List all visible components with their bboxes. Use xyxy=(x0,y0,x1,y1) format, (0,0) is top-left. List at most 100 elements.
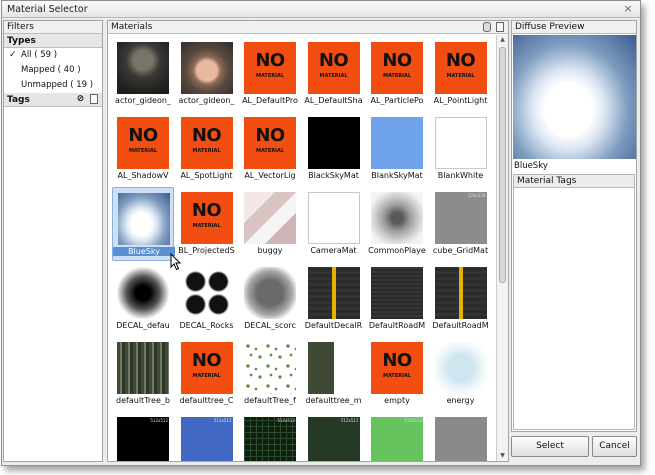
material-tile[interactable]: DefaultDecalR xyxy=(303,262,365,336)
material-thumbnail xyxy=(180,42,233,94)
material-tile[interactable]: 512x512 xyxy=(112,412,174,461)
material-name: DECAL_defau xyxy=(116,321,170,330)
no-material-text: NO xyxy=(255,50,285,71)
new-tag-icon[interactable] xyxy=(90,94,98,104)
material-tile[interactable]: defaultTree_b xyxy=(112,337,174,411)
type-filter-item[interactable]: Unmapped ( 19 ) xyxy=(4,78,102,93)
material-thumbnail: 512x512 xyxy=(371,417,423,461)
material-tile[interactable]: DECAL_Rocks xyxy=(176,262,238,336)
material-name: DECAL_Rocks xyxy=(179,321,234,330)
material-tile[interactable]: defaulttree_m xyxy=(303,337,365,411)
material-name: DefaultRoadM xyxy=(432,321,489,330)
material-tags-header: Material Tags xyxy=(514,175,634,188)
material-tags-box: Material Tags xyxy=(513,174,635,430)
material-tile[interactable]: 512x512 xyxy=(303,412,365,461)
texture-size-badge: 512x512 xyxy=(277,418,295,423)
material-tile[interactable]: 512x512 xyxy=(239,412,301,461)
no-material-text: NO xyxy=(191,350,222,371)
material-thumbnail xyxy=(117,267,169,319)
material-name: CommonPlaye xyxy=(368,246,426,255)
material-tile[interactable]: defaultTree_f xyxy=(239,337,301,411)
database-icon[interactable] xyxy=(483,22,492,32)
material-name: AL_DefaultPro xyxy=(242,96,298,105)
material-tile[interactable]: BlankSkyMat xyxy=(366,112,428,186)
no-material-text: NO xyxy=(255,125,285,146)
no-material-thumbnail: NO MATERIAL xyxy=(244,42,296,94)
preview-header: Diffuse Preview xyxy=(512,21,636,34)
material-thumbnail xyxy=(180,267,233,319)
materials-scrollbar[interactable]: ▲ ▼ xyxy=(496,35,508,461)
material-name: AL_ParticlePo xyxy=(370,96,424,105)
material-thumbnail xyxy=(371,117,423,169)
filters-header: Filters xyxy=(4,21,102,34)
materials-grid: actor_gideon_ actor_gideon_ NO MATERIAL AL_D… xyxy=(108,35,496,461)
material-tile[interactable]: NO MATERIAL AL_SpotLight xyxy=(176,112,238,186)
material-tile[interactable]: NO MATERIAL AL_ShadowV xyxy=(112,112,174,186)
material-tile[interactable]: 128x128 cube_GridMat xyxy=(430,187,492,261)
material-name: defaultTree_b xyxy=(116,396,170,405)
material-tile[interactable] xyxy=(430,412,492,461)
material-tile[interactable]: BlankWhite xyxy=(430,112,492,186)
material-name: empty xyxy=(384,396,410,405)
material-tile[interactable]: DefaultRoadM xyxy=(430,262,492,336)
material-tile[interactable]: actor_gideon_ xyxy=(112,37,174,111)
no-material-text: NO xyxy=(382,350,412,371)
material-tile[interactable]: NO MATERIAL AL_DefaultSha xyxy=(303,37,365,111)
no-material-subtext: MATERIAL xyxy=(192,373,221,379)
material-name: DefaultDecalR xyxy=(304,321,363,330)
material-tile[interactable]: NO MATERIAL AL_VectorLig xyxy=(239,112,301,186)
material-name: AL_VectorLig xyxy=(244,171,296,180)
scroll-down-icon[interactable]: ▼ xyxy=(497,451,508,461)
material-thumbnail xyxy=(307,342,360,394)
type-filter-label: Mapped ( 40 ) xyxy=(21,65,81,75)
new-material-icon[interactable] xyxy=(496,22,504,32)
no-material-subtext: MATERIAL xyxy=(255,73,285,79)
material-name: defaultTree_f xyxy=(244,396,296,405)
material-name: AL_PointLight xyxy=(433,96,488,105)
material-tile[interactable]: NO MATERIAL AL_ParticlePo xyxy=(366,37,428,111)
scrollbar-thumb[interactable] xyxy=(499,47,506,283)
clear-tags-icon[interactable]: ⊘ xyxy=(76,94,85,104)
material-tile[interactable]: NO MATERIAL AL_DefaultPro xyxy=(239,37,301,111)
title-bar: Material Selector × xyxy=(2,1,640,18)
material-tile[interactable]: BlackSkyMat xyxy=(303,112,365,186)
type-filter-item[interactable]: ✓ All ( 59 ) xyxy=(4,48,102,63)
filters-panel: Filters Types ✓ All ( 59 ) Mapped ( 40 ) Un… xyxy=(3,20,103,462)
material-tile[interactable]: NO MATERIAL empty xyxy=(366,337,428,411)
material-tile[interactable]: DECAL_scorc xyxy=(239,262,301,336)
no-material-subtext: MATERIAL xyxy=(128,148,158,154)
no-material-thumbnail: NO MATERIAL xyxy=(180,342,233,394)
no-material-text: NO xyxy=(445,50,476,71)
material-thumbnail xyxy=(117,42,169,94)
scroll-up-icon[interactable]: ▲ xyxy=(497,35,508,45)
material-tile[interactable]: CameraMat xyxy=(303,187,365,261)
material-tile[interactable]: BlueSky xyxy=(112,187,175,261)
material-tile[interactable]: DefaultRoadM xyxy=(366,262,428,336)
no-material-thumbnail: NO MATERIAL xyxy=(371,342,423,394)
no-material-thumbnail: NO MATERIAL xyxy=(180,117,233,169)
close-icon[interactable]: × xyxy=(622,2,634,15)
material-name: defaulttree_m xyxy=(305,396,362,405)
material-tile[interactable]: NO MATERIAL AL_PointLight xyxy=(430,37,492,111)
material-tile[interactable]: DECAL_defau xyxy=(112,262,174,336)
material-tile[interactable]: 512x512 xyxy=(176,412,238,461)
type-filter-item[interactable]: Mapped ( 40 ) xyxy=(4,63,102,78)
material-name: BlueSky xyxy=(113,247,175,256)
material-tile[interactable]: actor_gideon_ xyxy=(176,37,238,111)
material-thumbnail xyxy=(434,342,487,394)
material-thumbnail xyxy=(307,117,360,169)
material-tile[interactable]: NO MATERIAL defaulttree_C xyxy=(176,337,238,411)
material-name: buggy xyxy=(257,246,283,255)
material-tile[interactable]: buggy xyxy=(239,187,301,261)
preview-material-name: BlueSky xyxy=(514,161,548,171)
material-thumbnail xyxy=(434,417,487,461)
material-name: energy xyxy=(446,396,475,405)
materials-header-label: Materials xyxy=(111,22,153,32)
select-button[interactable]: Select xyxy=(511,436,589,457)
cancel-button[interactable]: Cancel xyxy=(592,436,637,457)
material-tile[interactable]: CommonPlaye xyxy=(366,187,428,261)
material-tile[interactable]: energy xyxy=(430,337,492,411)
material-tile[interactable]: 512x512 xyxy=(366,412,428,461)
material-thumbnail xyxy=(244,267,296,319)
material-tile[interactable]: NO MATERIAL BL_ProjectedS xyxy=(176,187,238,261)
